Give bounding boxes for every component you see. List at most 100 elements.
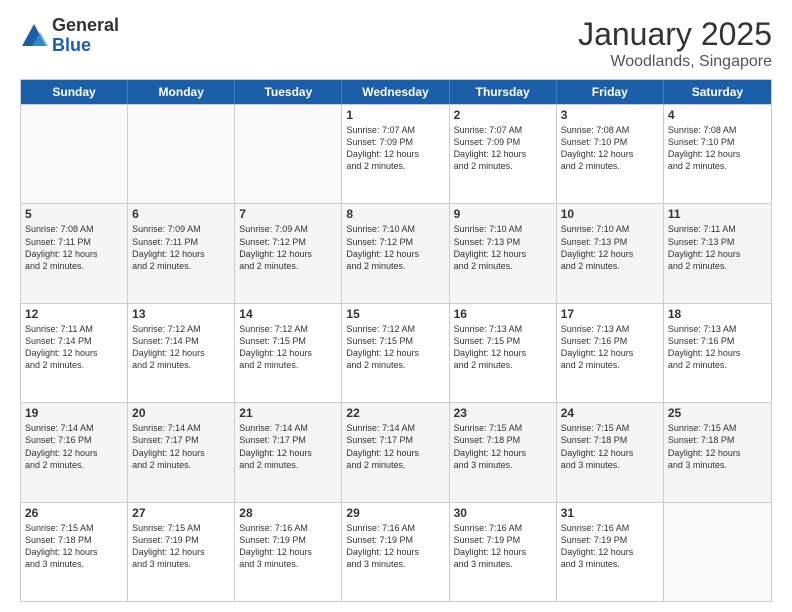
- cal-cell-2-2: 14 Sunrise: 7:12 AM Sunset: 7:15 PM Dayli…: [235, 304, 342, 402]
- day-info: Sunrise: 7:15 AM Sunset: 7:18 PM Dayligh…: [454, 422, 552, 471]
- day-info: Sunrise: 7:07 AM Sunset: 7:09 PM Dayligh…: [454, 124, 552, 173]
- day-info: Sunrise: 7:15 AM Sunset: 7:19 PM Dayligh…: [132, 522, 230, 571]
- day-info: Sunrise: 7:15 AM Sunset: 7:18 PM Dayligh…: [668, 422, 767, 471]
- day-info: Sunrise: 7:16 AM Sunset: 7:19 PM Dayligh…: [346, 522, 444, 571]
- day-number: 18: [668, 307, 767, 321]
- cal-cell-0-5: 3 Sunrise: 7:08 AM Sunset: 7:10 PM Daylig…: [557, 105, 664, 203]
- day-info: Sunrise: 7:08 AM Sunset: 7:11 PM Dayligh…: [25, 223, 123, 272]
- header-cell-sunday: Sunday: [21, 80, 128, 104]
- title-month: January 2025: [578, 16, 772, 53]
- cal-cell-4-3: 29 Sunrise: 7:16 AM Sunset: 7:19 PM Dayli…: [342, 503, 449, 601]
- day-number: 29: [346, 506, 444, 520]
- day-info: Sunrise: 7:08 AM Sunset: 7:10 PM Dayligh…: [561, 124, 659, 173]
- header-cell-thursday: Thursday: [450, 80, 557, 104]
- calendar-body: 1 Sunrise: 7:07 AM Sunset: 7:09 PM Daylig…: [21, 104, 771, 601]
- cal-row-2: 12 Sunrise: 7:11 AM Sunset: 7:14 PM Dayli…: [21, 303, 771, 402]
- cal-row-4: 26 Sunrise: 7:15 AM Sunset: 7:18 PM Dayli…: [21, 502, 771, 601]
- day-info: Sunrise: 7:15 AM Sunset: 7:18 PM Dayligh…: [561, 422, 659, 471]
- header: General Blue January 2025 Woodlands, Sin…: [20, 16, 772, 71]
- logo-general-text: General: [52, 16, 119, 36]
- cal-cell-4-1: 27 Sunrise: 7:15 AM Sunset: 7:19 PM Dayli…: [128, 503, 235, 601]
- day-info: Sunrise: 7:10 AM Sunset: 7:12 PM Dayligh…: [346, 223, 444, 272]
- cal-cell-3-0: 19Sunrise: 7:14 AM Sunset: 7:16 PM Dayli…: [21, 403, 128, 501]
- cal-cell-4-2: 28Sunrise: 7:16 AM Sunset: 7:19 PM Dayli…: [235, 503, 342, 601]
- header-cell-tuesday: Tuesday: [235, 80, 342, 104]
- cal-cell-4-6: [664, 503, 771, 601]
- cal-cell-1-5: 10 Sunrise: 7:10 AM Sunset: 7:13 PM Dayli…: [557, 204, 664, 302]
- day-number: 13: [132, 307, 230, 321]
- logo-icon: [20, 22, 48, 50]
- header-cell-saturday: Saturday: [664, 80, 771, 104]
- day-number: 1: [346, 108, 444, 122]
- day-number: 4: [668, 108, 767, 122]
- cal-cell-1-2: 7Sunrise: 7:09 AM Sunset: 7:12 PM Daylig…: [235, 204, 342, 302]
- day-info: Sunrise: 7:13 AM Sunset: 7:16 PM Dayligh…: [668, 323, 767, 372]
- cal-cell-2-5: 17 Sunrise: 7:13 AM Sunset: 7:16 PM Dayli…: [557, 304, 664, 402]
- cal-cell-1-6: 11Sunrise: 7:11 AM Sunset: 7:13 PM Dayli…: [664, 204, 771, 302]
- cal-cell-0-6: 4Sunrise: 7:08 AM Sunset: 7:10 PM Daylig…: [664, 105, 771, 203]
- day-info: Sunrise: 7:16 AM Sunset: 7:19 PM Dayligh…: [454, 522, 552, 571]
- day-number: 11: [668, 207, 767, 221]
- day-number: 22: [346, 406, 444, 420]
- day-info: Sunrise: 7:16 AM Sunset: 7:19 PM Dayligh…: [239, 522, 337, 571]
- cal-cell-3-4: 23 Sunrise: 7:15 AM Sunset: 7:18 PM Dayli…: [450, 403, 557, 501]
- day-number: 26: [25, 506, 123, 520]
- header-cell-monday: Monday: [128, 80, 235, 104]
- cal-row-3: 19Sunrise: 7:14 AM Sunset: 7:16 PM Dayli…: [21, 402, 771, 501]
- cal-cell-3-6: 25 Sunrise: 7:15 AM Sunset: 7:18 PM Dayli…: [664, 403, 771, 501]
- cal-cell-3-1: 20Sunrise: 7:14 AM Sunset: 7:17 PM Dayli…: [128, 403, 235, 501]
- day-number: 17: [561, 307, 659, 321]
- day-number: 30: [454, 506, 552, 520]
- day-number: 6: [132, 207, 230, 221]
- day-number: 21: [239, 406, 337, 420]
- header-cell-friday: Friday: [557, 80, 664, 104]
- day-number: 19: [25, 406, 123, 420]
- cal-cell-2-4: 16Sunrise: 7:13 AM Sunset: 7:15 PM Dayli…: [450, 304, 557, 402]
- day-number: 25: [668, 406, 767, 420]
- cal-cell-0-2: [235, 105, 342, 203]
- day-number: 3: [561, 108, 659, 122]
- logo-blue-text: Blue: [52, 36, 119, 56]
- day-info: Sunrise: 7:09 AM Sunset: 7:12 PM Dayligh…: [239, 223, 337, 272]
- day-info: Sunrise: 7:14 AM Sunset: 7:17 PM Dayligh…: [239, 422, 337, 471]
- cal-cell-3-2: 21 Sunrise: 7:14 AM Sunset: 7:17 PM Dayli…: [235, 403, 342, 501]
- day-info: Sunrise: 7:12 AM Sunset: 7:15 PM Dayligh…: [346, 323, 444, 372]
- page: General Blue January 2025 Woodlands, Sin…: [0, 0, 792, 612]
- day-number: 15: [346, 307, 444, 321]
- day-info: Sunrise: 7:13 AM Sunset: 7:15 PM Dayligh…: [454, 323, 552, 372]
- day-number: 8: [346, 207, 444, 221]
- day-number: 20: [132, 406, 230, 420]
- day-info: Sunrise: 7:12 AM Sunset: 7:14 PM Dayligh…: [132, 323, 230, 372]
- cal-cell-4-4: 30 Sunrise: 7:16 AM Sunset: 7:19 PM Dayli…: [450, 503, 557, 601]
- day-info: Sunrise: 7:07 AM Sunset: 7:09 PM Dayligh…: [346, 124, 444, 173]
- day-number: 27: [132, 506, 230, 520]
- calendar-header: SundayMondayTuesdayWednesdayThursdayFrid…: [21, 80, 771, 104]
- cal-cell-0-0: [21, 105, 128, 203]
- day-info: Sunrise: 7:10 AM Sunset: 7:13 PM Dayligh…: [454, 223, 552, 272]
- day-number: 2: [454, 108, 552, 122]
- day-info: Sunrise: 7:16 AM Sunset: 7:19 PM Dayligh…: [561, 522, 659, 571]
- calendar: SundayMondayTuesdayWednesdayThursdayFrid…: [20, 79, 772, 602]
- day-info: Sunrise: 7:15 AM Sunset: 7:18 PM Dayligh…: [25, 522, 123, 571]
- cal-cell-1-1: 6 Sunrise: 7:09 AM Sunset: 7:11 PM Daylig…: [128, 204, 235, 302]
- day-number: 24: [561, 406, 659, 420]
- cal-row-1: 5 Sunrise: 7:08 AM Sunset: 7:11 PM Daylig…: [21, 203, 771, 302]
- day-number: 10: [561, 207, 659, 221]
- day-info: Sunrise: 7:09 AM Sunset: 7:11 PM Dayligh…: [132, 223, 230, 272]
- cal-cell-2-1: 13 Sunrise: 7:12 AM Sunset: 7:14 PM Dayli…: [128, 304, 235, 402]
- day-info: Sunrise: 7:12 AM Sunset: 7:15 PM Dayligh…: [239, 323, 337, 372]
- day-number: 5: [25, 207, 123, 221]
- day-number: 12: [25, 307, 123, 321]
- day-number: 23: [454, 406, 552, 420]
- day-info: Sunrise: 7:13 AM Sunset: 7:16 PM Dayligh…: [561, 323, 659, 372]
- logo: General Blue: [20, 16, 119, 56]
- cal-cell-1-0: 5 Sunrise: 7:08 AM Sunset: 7:11 PM Daylig…: [21, 204, 128, 302]
- day-info: Sunrise: 7:11 AM Sunset: 7:14 PM Dayligh…: [25, 323, 123, 372]
- day-number: 14: [239, 307, 337, 321]
- cal-cell-4-5: 31Sunrise: 7:16 AM Sunset: 7:19 PM Dayli…: [557, 503, 664, 601]
- cal-cell-0-4: 2 Sunrise: 7:07 AM Sunset: 7:09 PM Daylig…: [450, 105, 557, 203]
- title-block: January 2025 Woodlands, Singapore: [578, 16, 772, 71]
- cal-cell-2-0: 12 Sunrise: 7:11 AM Sunset: 7:14 PM Dayli…: [21, 304, 128, 402]
- cal-row-0: 1 Sunrise: 7:07 AM Sunset: 7:09 PM Daylig…: [21, 104, 771, 203]
- day-info: Sunrise: 7:10 AM Sunset: 7:13 PM Dayligh…: [561, 223, 659, 272]
